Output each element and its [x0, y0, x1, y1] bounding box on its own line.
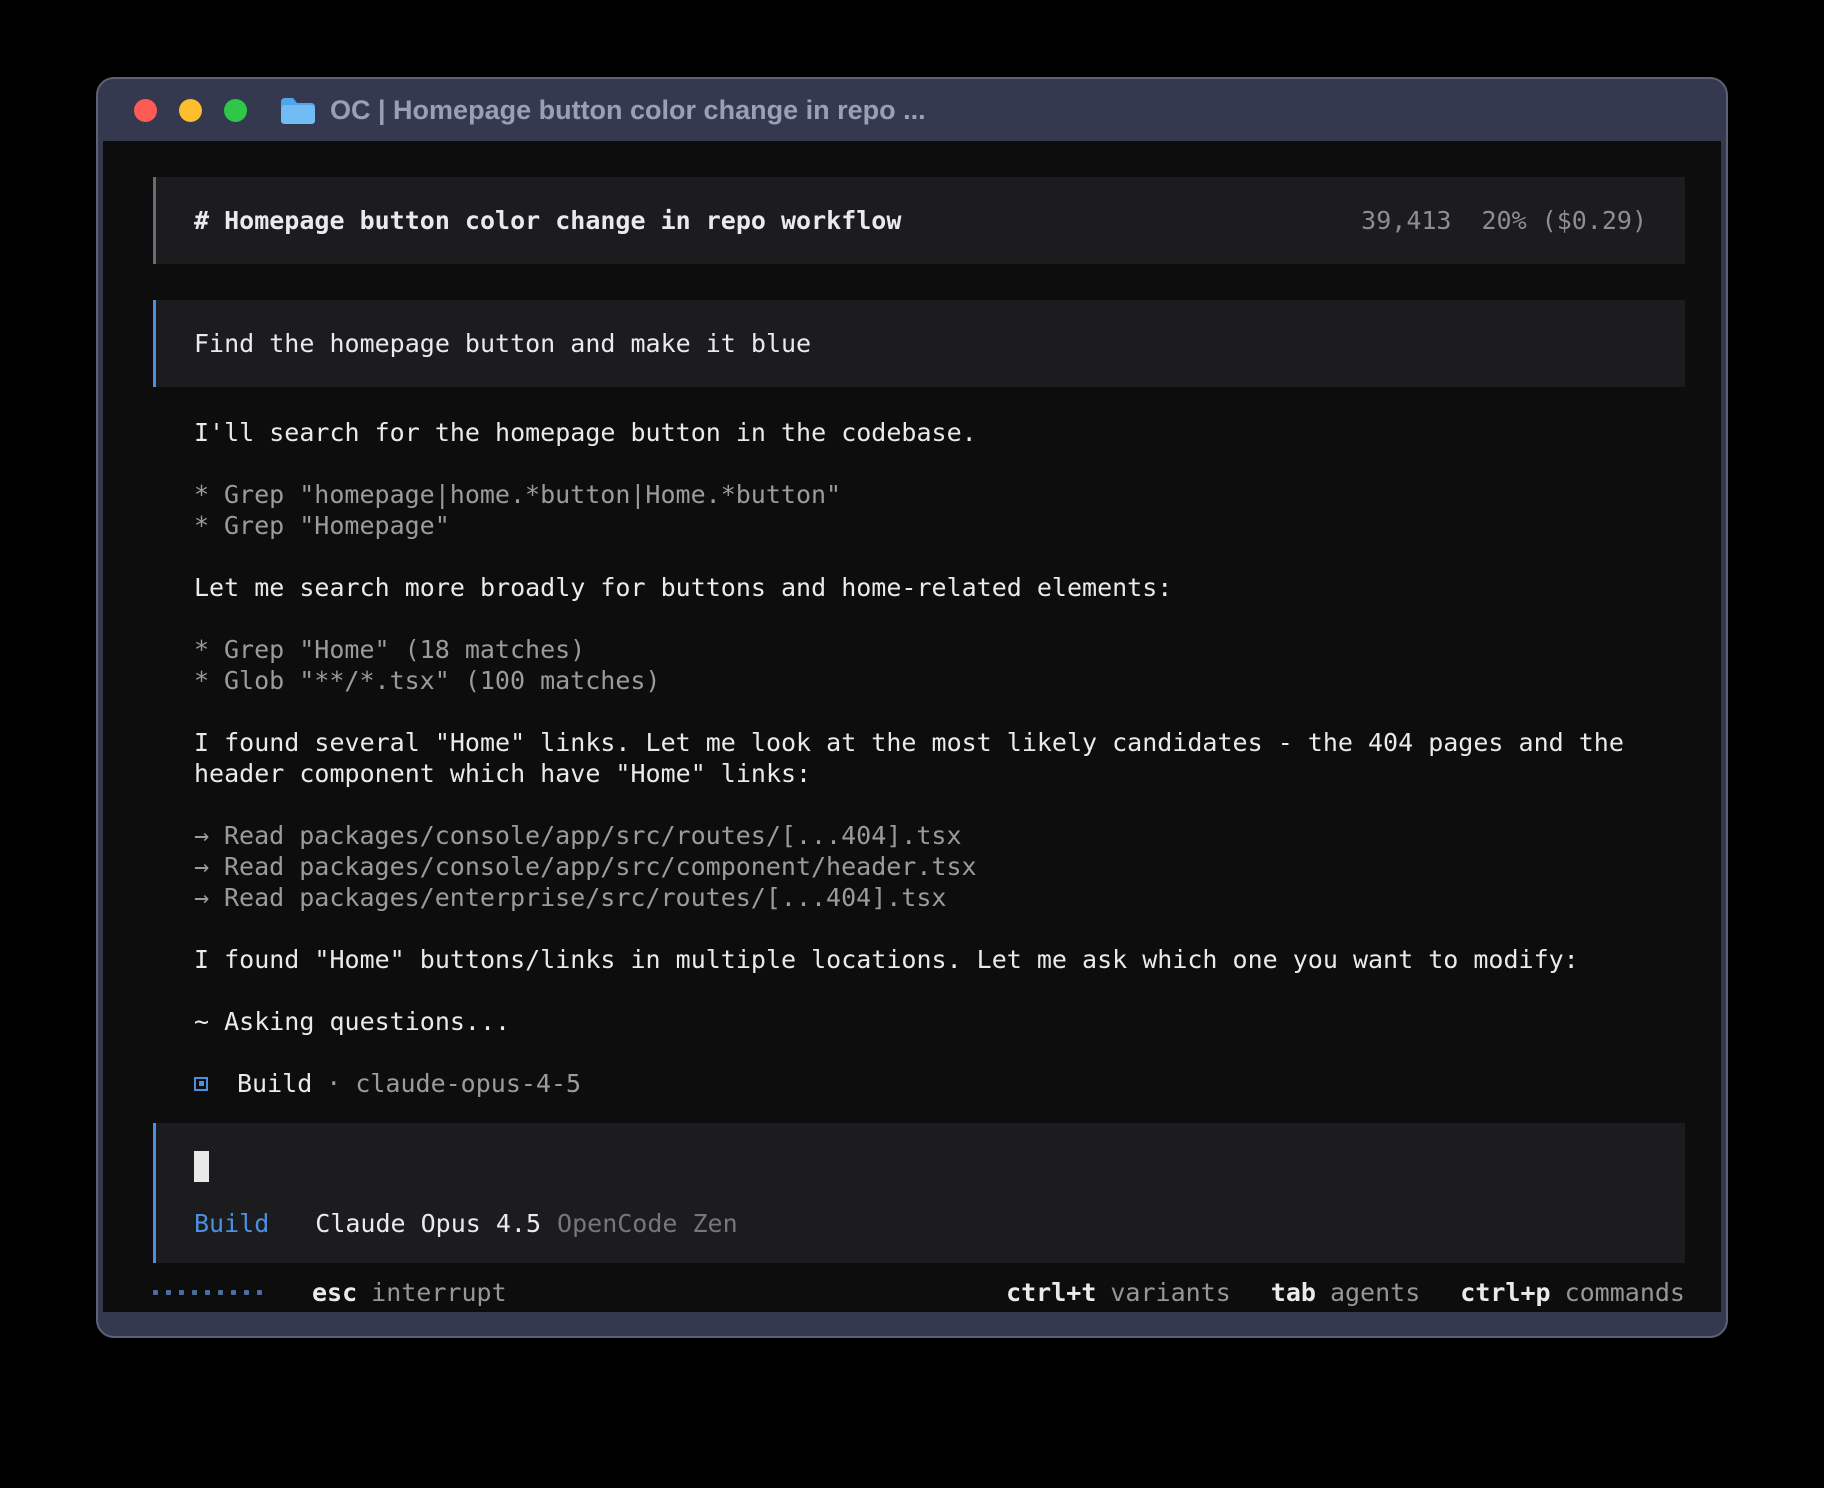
- app-window: OC | Homepage button color change in rep…: [96, 77, 1728, 1338]
- status-bar: esc interrupt ctrl+t variants tab agents…: [153, 1277, 1685, 1308]
- tool-call-label: Glob "**/*.tsx" (100 matches): [224, 666, 661, 695]
- token-count: 39,413: [1361, 205, 1451, 236]
- tool-call-icon: *: [194, 479, 209, 510]
- window-title: OC | Homepage button color change in rep…: [330, 95, 926, 126]
- read-arrow-icon: →: [194, 882, 209, 913]
- session-stats: 39,413 20% ($0.29): [1361, 205, 1647, 236]
- tool-call-label: Grep "Homepage": [224, 511, 450, 540]
- tool-call-label: Grep "Home" (18 matches): [224, 635, 585, 664]
- session-cost: ($0.29): [1542, 205, 1647, 236]
- tool-call: * Grep "Homepage": [194, 510, 1685, 541]
- read-arrow-icon: →: [194, 820, 209, 851]
- read-arrow-icon: →: [194, 851, 209, 882]
- user-message-text: Find the homepage button and make it blu…: [194, 329, 811, 358]
- input-model-label[interactable]: Claude Opus 4.5: [315, 1208, 541, 1239]
- read-file-path: Read packages/console/app/src/routes/[..…: [224, 821, 962, 850]
- tool-call-icon: *: [194, 665, 209, 696]
- agent-model: claude-opus-4-5: [355, 1068, 581, 1099]
- tool-call: * Grep "homepage|home.*button|Home.*butto…: [194, 479, 1685, 510]
- traffic-lights: [134, 99, 247, 122]
- folder-icon: [279, 96, 315, 125]
- variants-label: variants: [1110, 1277, 1230, 1308]
- tool-call-icon: *: [194, 634, 209, 665]
- assistant-text: I'll search for the homepage button in t…: [194, 417, 1685, 448]
- close-button[interactable]: [134, 99, 157, 122]
- dot-separator: ·: [326, 1068, 341, 1099]
- tool-call-label: Grep "homepage|home.*button|Home.*button…: [224, 480, 841, 509]
- fullscreen-button[interactable]: [224, 99, 247, 122]
- read-file-path: Read packages/console/app/src/component/…: [224, 852, 977, 881]
- tool-call-icon: *: [194, 510, 209, 541]
- text-cursor: [194, 1151, 209, 1182]
- shortcut-agents: tab agents: [1271, 1277, 1420, 1308]
- tab-key: tab: [1271, 1277, 1316, 1308]
- esc-label: interrupt: [371, 1277, 506, 1308]
- titlebar: OC | Homepage button color change in rep…: [98, 79, 1726, 141]
- shortcut-variants: ctrl+t variants: [1006, 1277, 1231, 1308]
- read-file-path: Read packages/enterprise/src/routes/[...…: [224, 883, 946, 912]
- shortcut-commands: ctrl+p commands: [1460, 1277, 1685, 1308]
- input-meta: Build Claude Opus 4.5 OpenCode Zen: [194, 1208, 1647, 1239]
- agent-badge: Build · claude-opus-4-5: [194, 1068, 1685, 1099]
- prompt-input[interactable]: Build Claude Opus 4.5 OpenCode Zen: [153, 1123, 1685, 1263]
- user-message: Find the homepage button and make it blu…: [153, 300, 1685, 387]
- terminal-content: # Homepage button color change in repo w…: [103, 141, 1721, 1312]
- window-bottom-edge: [98, 1312, 1726, 1336]
- read-tool-call: → Read packages/enterprise/src/routes/[..…: [194, 882, 1685, 913]
- session-title: # Homepage button color change in repo w…: [194, 205, 901, 236]
- shortcut-interrupt: esc interrupt: [312, 1277, 507, 1308]
- tool-call: * Glob "**/*.tsx" (100 matches): [194, 665, 1685, 696]
- agent-square-icon: [194, 1077, 208, 1091]
- input-agent-label[interactable]: Build: [194, 1208, 269, 1239]
- assistant-text: I found several "Home" links. Let me loo…: [194, 727, 1685, 789]
- tool-call: * Grep "Home" (18 matches): [194, 634, 1685, 665]
- session-header: # Homepage button color change in repo w…: [153, 177, 1685, 264]
- context-percentage: 20%: [1481, 205, 1526, 236]
- input-provider-label: OpenCode Zen: [557, 1208, 738, 1239]
- assistant-text: I found "Home" buttons/links in multiple…: [194, 944, 1685, 975]
- agents-label: agents: [1330, 1277, 1420, 1308]
- assistant-text: Let me search more broadly for buttons a…: [194, 572, 1685, 603]
- assistant-transcript: I'll search for the homepage button in t…: [153, 417, 1685, 1099]
- read-tool-call: → Read packages/console/app/src/routes/[.…: [194, 820, 1685, 851]
- ctrl-p-key: ctrl+p: [1460, 1277, 1550, 1308]
- agent-name: Build: [237, 1068, 312, 1099]
- read-tool-call: → Read packages/console/app/src/component…: [194, 851, 1685, 882]
- minimize-button[interactable]: [179, 99, 202, 122]
- working-status-text: ~ Asking questions...: [194, 1006, 1685, 1037]
- esc-key: esc: [312, 1277, 357, 1308]
- working-spinner-dots: [153, 1290, 262, 1295]
- ctrl-t-key: ctrl+t: [1006, 1277, 1096, 1308]
- commands-label: commands: [1565, 1277, 1685, 1308]
